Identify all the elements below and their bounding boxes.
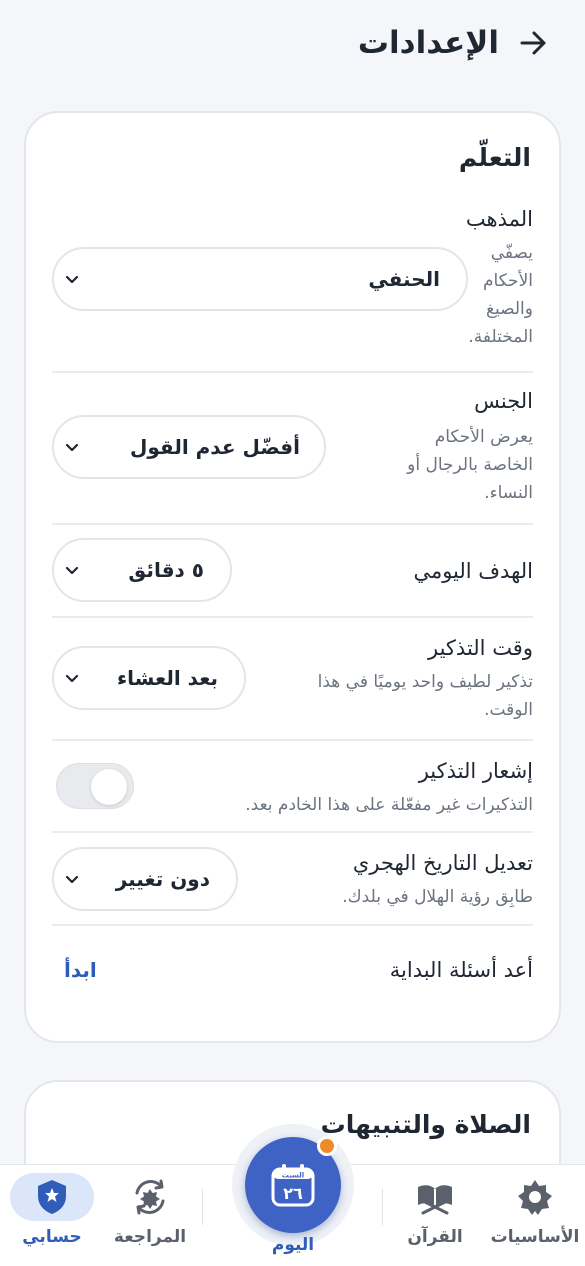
settings-screen: الإعدادات التعلّم المذهب يصفّي الأحكام و… — [0, 0, 585, 1266]
section-title: التعلّم — [458, 143, 531, 172]
gender-description: يعرض الأحكام الخاصة بالرجال أو النساء. — [407, 427, 533, 503]
calendar-icon: السبت ٢٦ — [271, 1164, 315, 1207]
gender-label: الجنس — [474, 389, 533, 413]
daily-goal-select[interactable]: ٥ دقائق — [52, 538, 232, 602]
madhab-select[interactable]: الحنفي — [52, 247, 468, 311]
nav-item-basics[interactable]: الأساسيات — [485, 1175, 585, 1247]
review-cycle-icon — [135, 1179, 165, 1215]
nav-divider — [202, 1189, 203, 1225]
madhab-row: المذهب يصفّي الأحكام والصيغ المختلفة. ال… — [52, 203, 533, 373]
header: الإعدادات — [0, 0, 585, 86]
chevron-down-icon — [65, 275, 79, 284]
chevron-down-icon — [65, 443, 79, 452]
reminder-time-row: وقت التذكير تذكير لطيف واحد يوميًا في هذ… — [52, 618, 533, 741]
reminder-notification-label: إشعار التذكير — [418, 759, 533, 783]
nav-item-account[interactable]: حسابي — [2, 1173, 102, 1247]
chevron-down-icon — [65, 566, 79, 575]
nav-label: القرآن — [407, 1227, 463, 1247]
daily-goal-row: الهدف اليومي ٥ دقائق — [52, 525, 533, 618]
madhab-value: الحنفي — [368, 267, 440, 291]
daily-goal-label: الهدف اليومي — [413, 559, 533, 583]
hijri-adjust-row: تعديل التاريخ الهجري طابِق رؤية الهلال ف… — [52, 833, 533, 926]
section-title: الصلاة والتنبيهات — [320, 1110, 531, 1139]
redo-onboarding-label: أعد أسئلة البداية — [389, 958, 533, 982]
nav-label: الأساسيات — [490, 1227, 580, 1247]
arrow-right-icon — [520, 31, 546, 55]
reminder-toggle[interactable] — [56, 763, 134, 809]
toggle-knob — [91, 769, 127, 805]
shield-icon — [38, 1180, 66, 1214]
nav-divider — [382, 1189, 383, 1225]
reminder-notification-row: إشعار التذكير التذكيرات غير مفعّلة على ه… — [52, 741, 533, 833]
daily-goal-value: ٥ دقائق — [128, 558, 204, 582]
reminder-notification-description: التذكيرات غير مفعّلة على هذا الخادم بعد. — [245, 795, 533, 815]
reminder-time-value: بعد العشاء — [116, 666, 218, 690]
quran-icon — [418, 1185, 452, 1215]
hijri-adjust-label: تعديل التاريخ الهجري — [352, 851, 533, 875]
chevron-down-icon — [65, 875, 79, 884]
notification-dot — [317, 1136, 337, 1156]
nav-label: حسابي — [22, 1227, 82, 1247]
madhab-description: يصفّي الأحكام والصيغ المختلفة. — [468, 243, 533, 347]
page-title: الإعدادات — [357, 25, 499, 61]
reminder-time-select[interactable]: بعد العشاء — [52, 646, 246, 710]
hijri-adjust-select[interactable]: دون تغيير — [52, 847, 238, 911]
hijri-adjust-description: طابِق رؤية الهلال في بلدك. — [342, 887, 533, 907]
active-indicator — [10, 1173, 94, 1221]
nav-label-today: اليوم — [271, 1235, 315, 1255]
nav-item-review[interactable]: المراجعة — [100, 1175, 200, 1247]
nav-label: المراجعة — [113, 1227, 187, 1247]
hijri-adjust-value: دون تغيير — [115, 867, 210, 891]
reminder-time-label: وقت التذكير — [428, 636, 533, 660]
redo-onboarding-row: أعد أسئلة البداية ابدأ — [52, 926, 533, 1016]
gender-value: أفضّل عدم القول — [130, 435, 300, 459]
start-link[interactable]: ابدأ — [64, 958, 97, 982]
reminder-time-description: تذكير لطيف واحد يوميًا في هذا الوقت. — [317, 672, 533, 720]
madhab-label: المذهب — [465, 207, 533, 231]
calendar-weekday: السبت — [282, 1172, 304, 1180]
calendar-day: ٢٦ — [283, 1184, 303, 1203]
learning-card: التعلّم المذهب يصفّي الأحكام والصيغ المخ… — [24, 111, 561, 1043]
gender-select[interactable]: أفضّل عدم القول — [52, 415, 326, 479]
star-badge-icon — [518, 1180, 552, 1215]
gender-row: الجنس يعرض الأحكام الخاصة بالرجال أو الن… — [52, 373, 533, 525]
back-button[interactable] — [513, 23, 553, 63]
nav-item-quran[interactable]: القرآن — [385, 1175, 485, 1247]
chevron-down-icon — [65, 674, 79, 683]
